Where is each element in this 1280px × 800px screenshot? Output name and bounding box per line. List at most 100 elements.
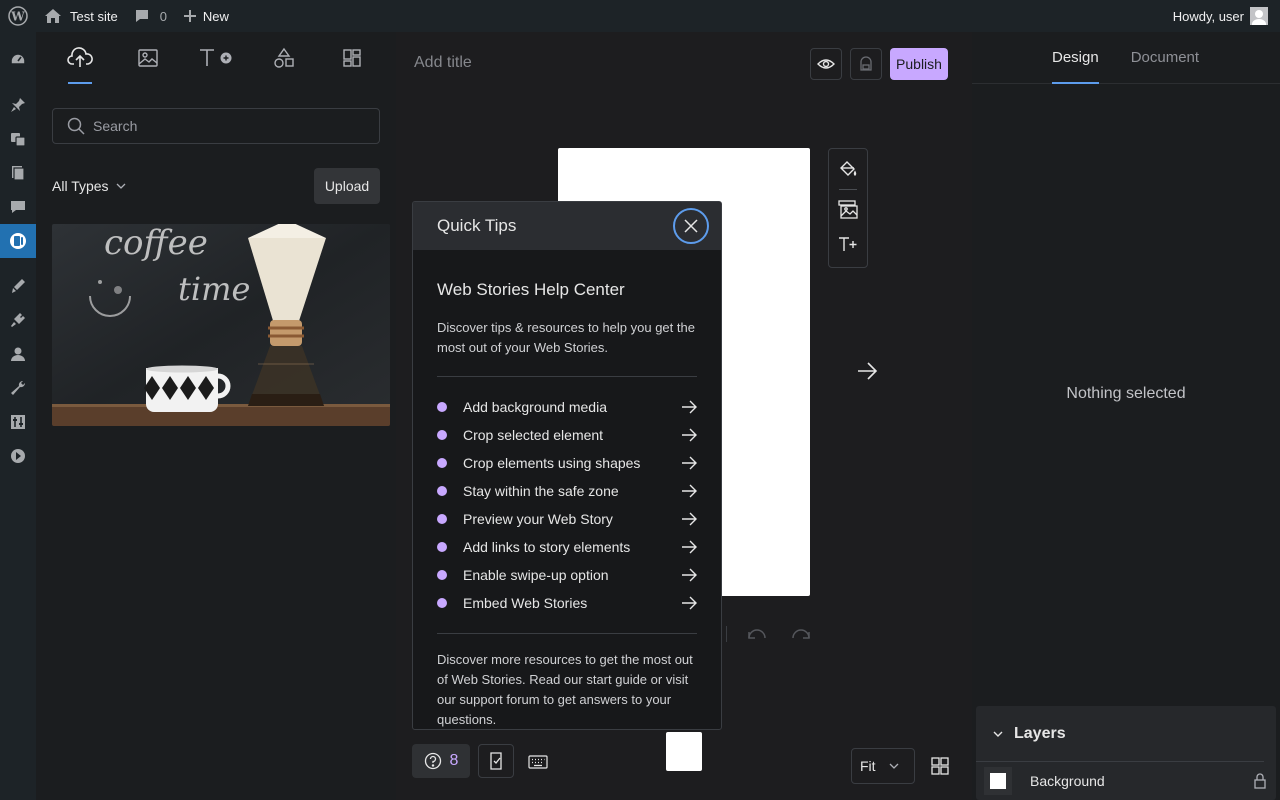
upload-button[interactable]: Upload bbox=[314, 168, 380, 204]
text-add-small-icon[interactable] bbox=[835, 230, 861, 258]
chevron-down-icon bbox=[992, 730, 1004, 738]
layers-panel: Layers Background bbox=[976, 706, 1276, 800]
tools-icon[interactable] bbox=[0, 371, 36, 405]
quick-tips-header: Quick Tips bbox=[413, 202, 721, 250]
undo-icon[interactable] bbox=[747, 626, 769, 642]
next-page-arrow-icon[interactable] bbox=[854, 358, 880, 384]
close-icon bbox=[683, 218, 699, 234]
eye-icon bbox=[817, 58, 835, 70]
new-content-link[interactable]: New bbox=[175, 0, 237, 32]
search-input[interactable] bbox=[93, 118, 353, 134]
svg-text:W: W bbox=[10, 10, 25, 24]
shapes-icon bbox=[273, 47, 295, 69]
tip-item[interactable]: Add background media bbox=[437, 393, 697, 421]
layer-thumbnail bbox=[984, 767, 1012, 795]
unread-dot bbox=[437, 486, 447, 496]
layer-label: Background bbox=[1030, 773, 1105, 789]
publish-button[interactable]: Publish bbox=[890, 48, 948, 80]
settings-icon[interactable] bbox=[0, 405, 36, 439]
help-count-badge: 8 bbox=[449, 752, 459, 769]
tip-label: Preview your Web Story bbox=[463, 511, 613, 527]
comments-link[interactable]: 0 bbox=[126, 0, 175, 32]
tip-label: Enable swipe-up option bbox=[463, 567, 609, 583]
site-name-link[interactable]: Test site bbox=[36, 0, 126, 32]
media-library-panel: All Types Upload coffee time bbox=[36, 32, 396, 800]
arrow-right-icon bbox=[681, 456, 697, 470]
tip-label: Crop elements using shapes bbox=[463, 455, 641, 471]
tip-label: Stay within the safe zone bbox=[463, 483, 619, 499]
media-icon[interactable] bbox=[0, 122, 36, 156]
new-label: New bbox=[202, 8, 229, 24]
comments-count: 0 bbox=[159, 8, 167, 24]
home-icon bbox=[44, 8, 62, 24]
plus-icon bbox=[183, 9, 197, 23]
quick-tips-body: Web Stories Help Center Discover tips & … bbox=[413, 280, 721, 729]
tip-label: Add background media bbox=[463, 399, 607, 415]
tab-shapes[interactable] bbox=[264, 38, 304, 78]
media-type-dropdown[interactable]: All Types bbox=[52, 178, 127, 194]
fill-bucket-icon[interactable] bbox=[835, 155, 861, 183]
unread-dot bbox=[437, 514, 447, 524]
tab-design[interactable]: Design bbox=[1052, 32, 1099, 84]
pin-icon[interactable] bbox=[0, 88, 36, 122]
appearance-icon[interactable] bbox=[0, 269, 36, 303]
tip-item[interactable]: Enable swipe-up option bbox=[437, 561, 697, 589]
lock-icon[interactable] bbox=[1254, 773, 1266, 789]
arrow-right-icon bbox=[681, 596, 697, 610]
redo-icon[interactable] bbox=[789, 626, 811, 642]
wordpress-logo-icon[interactable]: W bbox=[0, 0, 36, 32]
tip-item[interactable]: Crop elements using shapes bbox=[437, 449, 697, 477]
tip-item[interactable]: Embed Web Stories bbox=[437, 589, 697, 617]
help-center-footer: Discover more resources to get the most … bbox=[437, 652, 693, 727]
tip-item[interactable]: Crop selected element bbox=[437, 421, 697, 449]
svg-text:coffee: coffee bbox=[104, 224, 208, 263]
image-icon bbox=[137, 48, 159, 68]
page-menu bbox=[828, 148, 868, 268]
web-stories-icon[interactable] bbox=[0, 224, 36, 258]
preview-button[interactable] bbox=[810, 48, 842, 80]
unread-dot bbox=[437, 598, 447, 608]
plugins-icon[interactable] bbox=[0, 303, 36, 337]
svg-text:time: time bbox=[178, 270, 250, 308]
comment-icon bbox=[134, 8, 150, 24]
help-center-button[interactable]: 8 bbox=[412, 744, 470, 778]
save-icon bbox=[859, 56, 873, 72]
save-draft-button[interactable] bbox=[850, 48, 882, 80]
comments-icon[interactable] bbox=[0, 190, 36, 224]
background-media-icon[interactable] bbox=[835, 196, 861, 224]
layer-row[interactable]: Background bbox=[976, 763, 1276, 799]
arrow-right-icon bbox=[681, 512, 697, 526]
zoom-dropdown[interactable]: Fit bbox=[851, 748, 915, 784]
tab-text[interactable] bbox=[196, 38, 236, 78]
empty-selection-message: Nothing selected bbox=[1066, 385, 1186, 402]
tab-media-3p[interactable] bbox=[128, 38, 168, 78]
layers-toggle[interactable]: Layers bbox=[976, 706, 1264, 762]
story-title-input[interactable]: Add title bbox=[414, 54, 472, 72]
tip-item[interactable]: Stay within the safe zone bbox=[437, 477, 697, 505]
tab-page-templates[interactable] bbox=[332, 38, 372, 78]
inspector-tabs: Design Document bbox=[972, 32, 1280, 84]
library-tabs bbox=[36, 32, 396, 84]
users-icon[interactable] bbox=[0, 337, 36, 371]
howdy-label: Howdy, user bbox=[1172, 8, 1244, 24]
media-item[interactable]: coffee time bbox=[52, 224, 390, 426]
dashboard-icon[interactable] bbox=[0, 43, 36, 77]
search-field[interactable] bbox=[52, 108, 380, 144]
pages-icon[interactable] bbox=[0, 156, 36, 190]
close-button[interactable] bbox=[673, 208, 709, 244]
history-controls bbox=[726, 626, 811, 642]
inspector-panel: Design Document Nothing selected Layers … bbox=[972, 32, 1280, 800]
tip-item[interactable]: Add links to story elements bbox=[437, 533, 697, 561]
tab-document[interactable]: Document bbox=[1131, 32, 1199, 84]
page-thumbnail[interactable] bbox=[666, 732, 702, 771]
tip-item[interactable]: Preview your Web Story bbox=[437, 505, 697, 533]
collapse-icon[interactable] bbox=[0, 439, 36, 473]
tip-label: Add links to story elements bbox=[463, 539, 631, 555]
my-account-link[interactable]: Howdy, user bbox=[1165, 0, 1280, 32]
search-icon bbox=[67, 117, 85, 135]
grid-view-button[interactable] bbox=[928, 754, 952, 778]
checklist-button[interactable] bbox=[478, 744, 514, 778]
tab-media-upload[interactable] bbox=[60, 38, 100, 84]
keyboard-shortcuts-button[interactable] bbox=[524, 748, 552, 776]
templates-icon bbox=[342, 48, 362, 68]
